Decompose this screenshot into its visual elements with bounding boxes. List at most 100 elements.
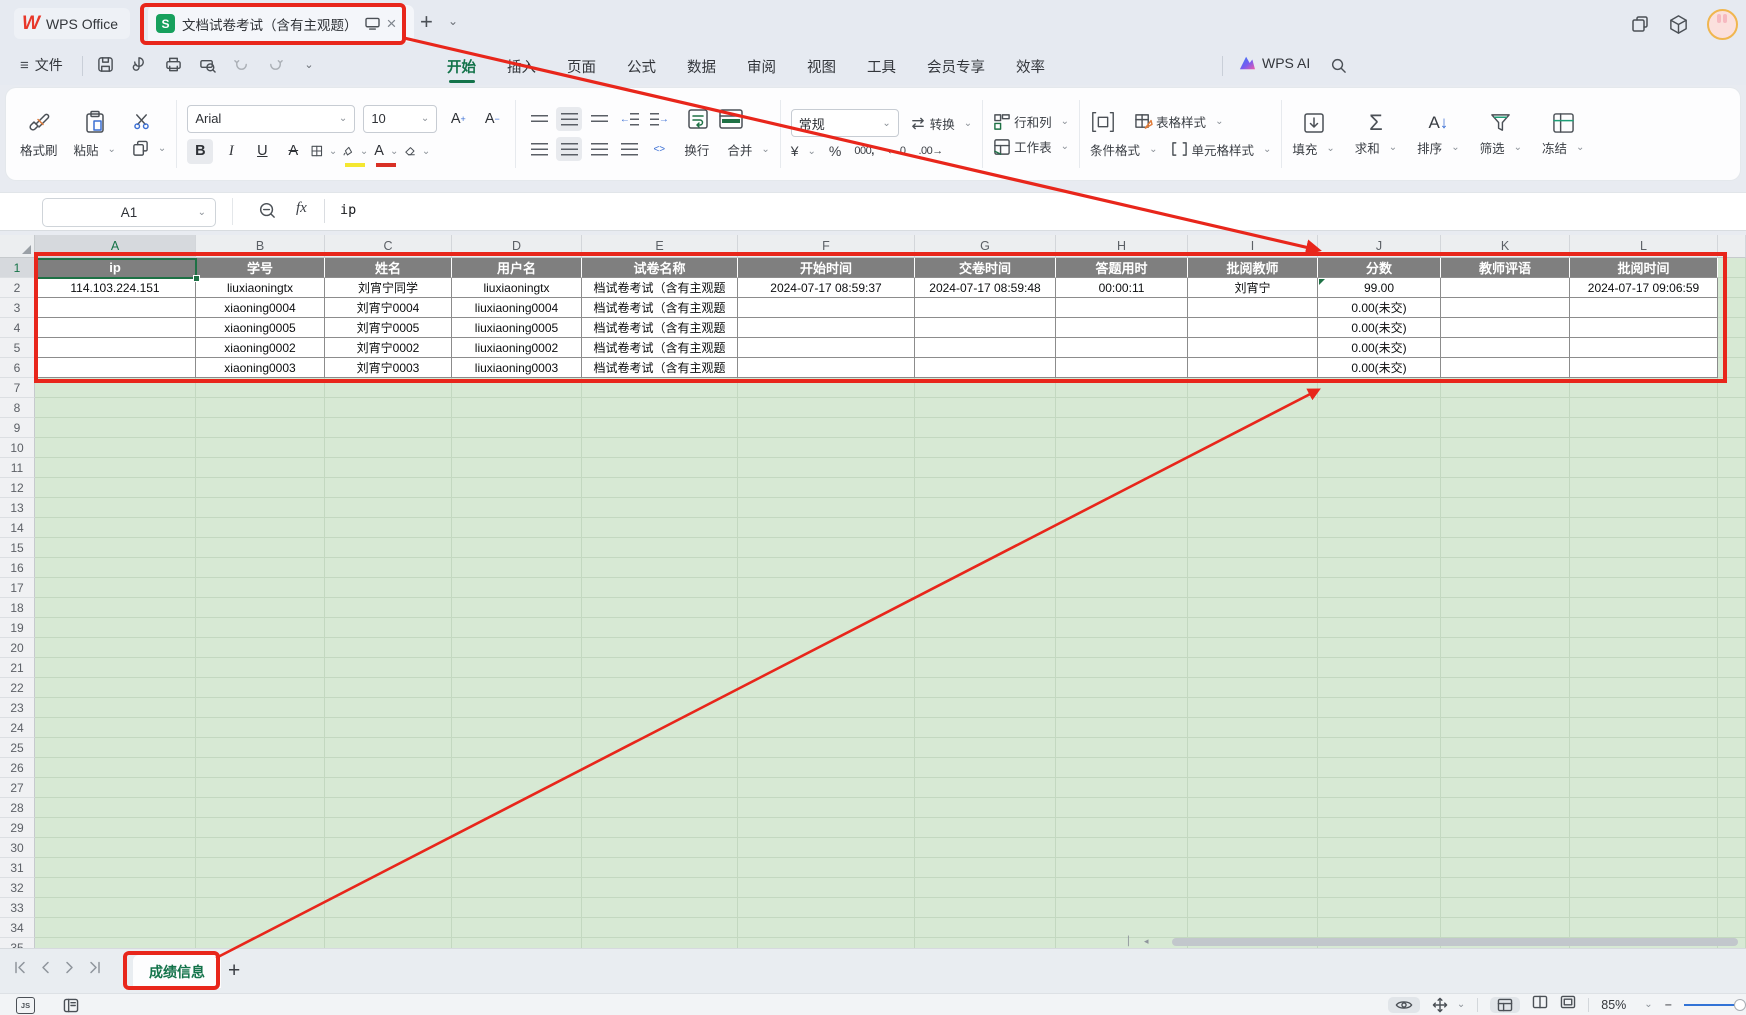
freeze-button[interactable]: 冻结⌄ [1542,112,1584,157]
row-header-26[interactable]: 26 [0,758,35,778]
cell-L16[interactable] [1570,558,1718,578]
cell-L12[interactable] [1570,478,1718,498]
row-header-17[interactable]: 17 [0,578,35,598]
cell-D3[interactable]: liuxiaoning0004 [452,298,582,318]
cell-C30[interactable] [325,838,452,858]
cell-I9[interactable] [1188,418,1318,438]
cell-L18[interactable] [1570,598,1718,618]
cell-J6[interactable]: 0.00(未交) [1318,358,1441,378]
cell-E16[interactable] [582,558,738,578]
redo-icon[interactable] [265,54,285,74]
cell-G22[interactable] [915,678,1056,698]
cell-H8[interactable] [1056,398,1188,418]
cell-E9[interactable] [582,418,738,438]
row-header-20[interactable]: 20 [0,638,35,658]
cell-B21[interactable] [196,658,325,678]
cell-G10[interactable] [915,438,1056,458]
cell-I20[interactable] [1188,638,1318,658]
cell-B33[interactable] [196,898,325,918]
cell-G30[interactable] [915,838,1056,858]
cell-G19[interactable] [915,618,1056,638]
cell-C6[interactable]: 刘宵宁0003 [325,358,452,378]
cell-I26[interactable] [1188,758,1318,778]
cell-H34[interactable] [1056,918,1188,938]
filter-button[interactable]: 筛选⌄ [1480,112,1522,157]
cell-C31[interactable] [325,858,452,878]
cell-G4[interactable] [915,318,1056,338]
bold-button[interactable]: B [187,139,213,164]
cell-B34[interactable] [196,918,325,938]
cell-L5[interactable] [1570,338,1718,358]
tab-list-chevron-icon[interactable]: ⌄ [448,14,458,28]
cell-C23[interactable] [325,698,452,718]
align-middle-icon[interactable] [556,107,582,131]
cell-J21[interactable] [1318,658,1441,678]
cell-D5[interactable]: liuxiaoning0002 [452,338,582,358]
cell-F17[interactable] [738,578,915,598]
cell-K6[interactable] [1441,358,1570,378]
cell-K33[interactable] [1441,898,1570,918]
cell-H32[interactable] [1056,878,1188,898]
cell-K2[interactable] [1441,278,1570,298]
distribute-icon[interactable]: <> [646,137,672,161]
font-size-select[interactable]: 10⌄ [363,105,437,133]
menu-tab-效率[interactable]: 效率 [1014,48,1047,85]
row-header-22[interactable]: 22 [0,678,35,698]
cell-K32[interactable] [1441,878,1570,898]
next-sheet-icon[interactable] [64,961,75,974]
cell-D4[interactable]: liuxiaoning0005 [452,318,582,338]
cell-L17[interactable] [1570,578,1718,598]
menu-tab-开始[interactable]: 开始 [445,48,478,85]
cell-D22[interactable] [452,678,582,698]
merge-cells-button[interactable] [718,107,744,131]
cell-D7[interactable] [452,378,582,398]
cell-G15[interactable] [915,538,1056,558]
cell-I28[interactable] [1188,798,1318,818]
cell-I6[interactable] [1188,358,1318,378]
cell-K10[interactable] [1441,438,1570,458]
cell-G31[interactable] [915,858,1056,878]
align-center-icon[interactable] [556,137,582,161]
cell-K24[interactable] [1441,718,1570,738]
cell-A29[interactable] [35,818,196,838]
cell-D32[interactable] [452,878,582,898]
cell-G16[interactable] [915,558,1056,578]
cell-D15[interactable] [452,538,582,558]
zoom-chevron-icon[interactable]: ⌄ [1644,999,1652,1010]
scroll-split-handle-icon[interactable]: ▏ [1128,936,1135,947]
fill-button[interactable]: 填充⌄ [1292,111,1334,158]
cell-C25[interactable] [325,738,452,758]
cell-B29[interactable] [196,818,325,838]
underline-button[interactable]: U [249,139,275,164]
cell-B11[interactable] [196,458,325,478]
menu-tab-页面[interactable]: 页面 [565,48,598,85]
cell-F6[interactable] [738,358,915,378]
cell-L30[interactable] [1570,838,1718,858]
cell-I2[interactable]: 刘宵宁 [1188,278,1318,298]
cell-J10[interactable] [1318,438,1441,458]
cell-K25[interactable] [1441,738,1570,758]
cell-B17[interactable] [196,578,325,598]
cell-D21[interactable] [452,658,582,678]
cell-J4[interactable]: 0.00(未交) [1318,318,1441,338]
cell-G11[interactable] [915,458,1056,478]
cell-H13[interactable] [1056,498,1188,518]
cell-E17[interactable] [582,578,738,598]
cell-K31[interactable] [1441,858,1570,878]
cell-K26[interactable] [1441,758,1570,778]
row-header-18[interactable]: 18 [0,598,35,618]
cell-H27[interactable] [1056,778,1188,798]
cell-D18[interactable] [452,598,582,618]
cell-G21[interactable] [915,658,1056,678]
cell-B16[interactable] [196,558,325,578]
format-painter-button[interactable]: 格式刷 [20,110,58,159]
cell-C5[interactable]: 刘宵宁0002 [325,338,452,358]
cell-E18[interactable] [582,598,738,618]
cell-D20[interactable] [452,638,582,658]
scroll-left-icon[interactable]: ◂ [1144,936,1149,947]
cell-K19[interactable] [1441,618,1570,638]
cell-E14[interactable] [582,518,738,538]
horizontal-scrollbar-thumb[interactable] [1172,938,1738,946]
cell-F29[interactable] [738,818,915,838]
cell-A31[interactable] [35,858,196,878]
